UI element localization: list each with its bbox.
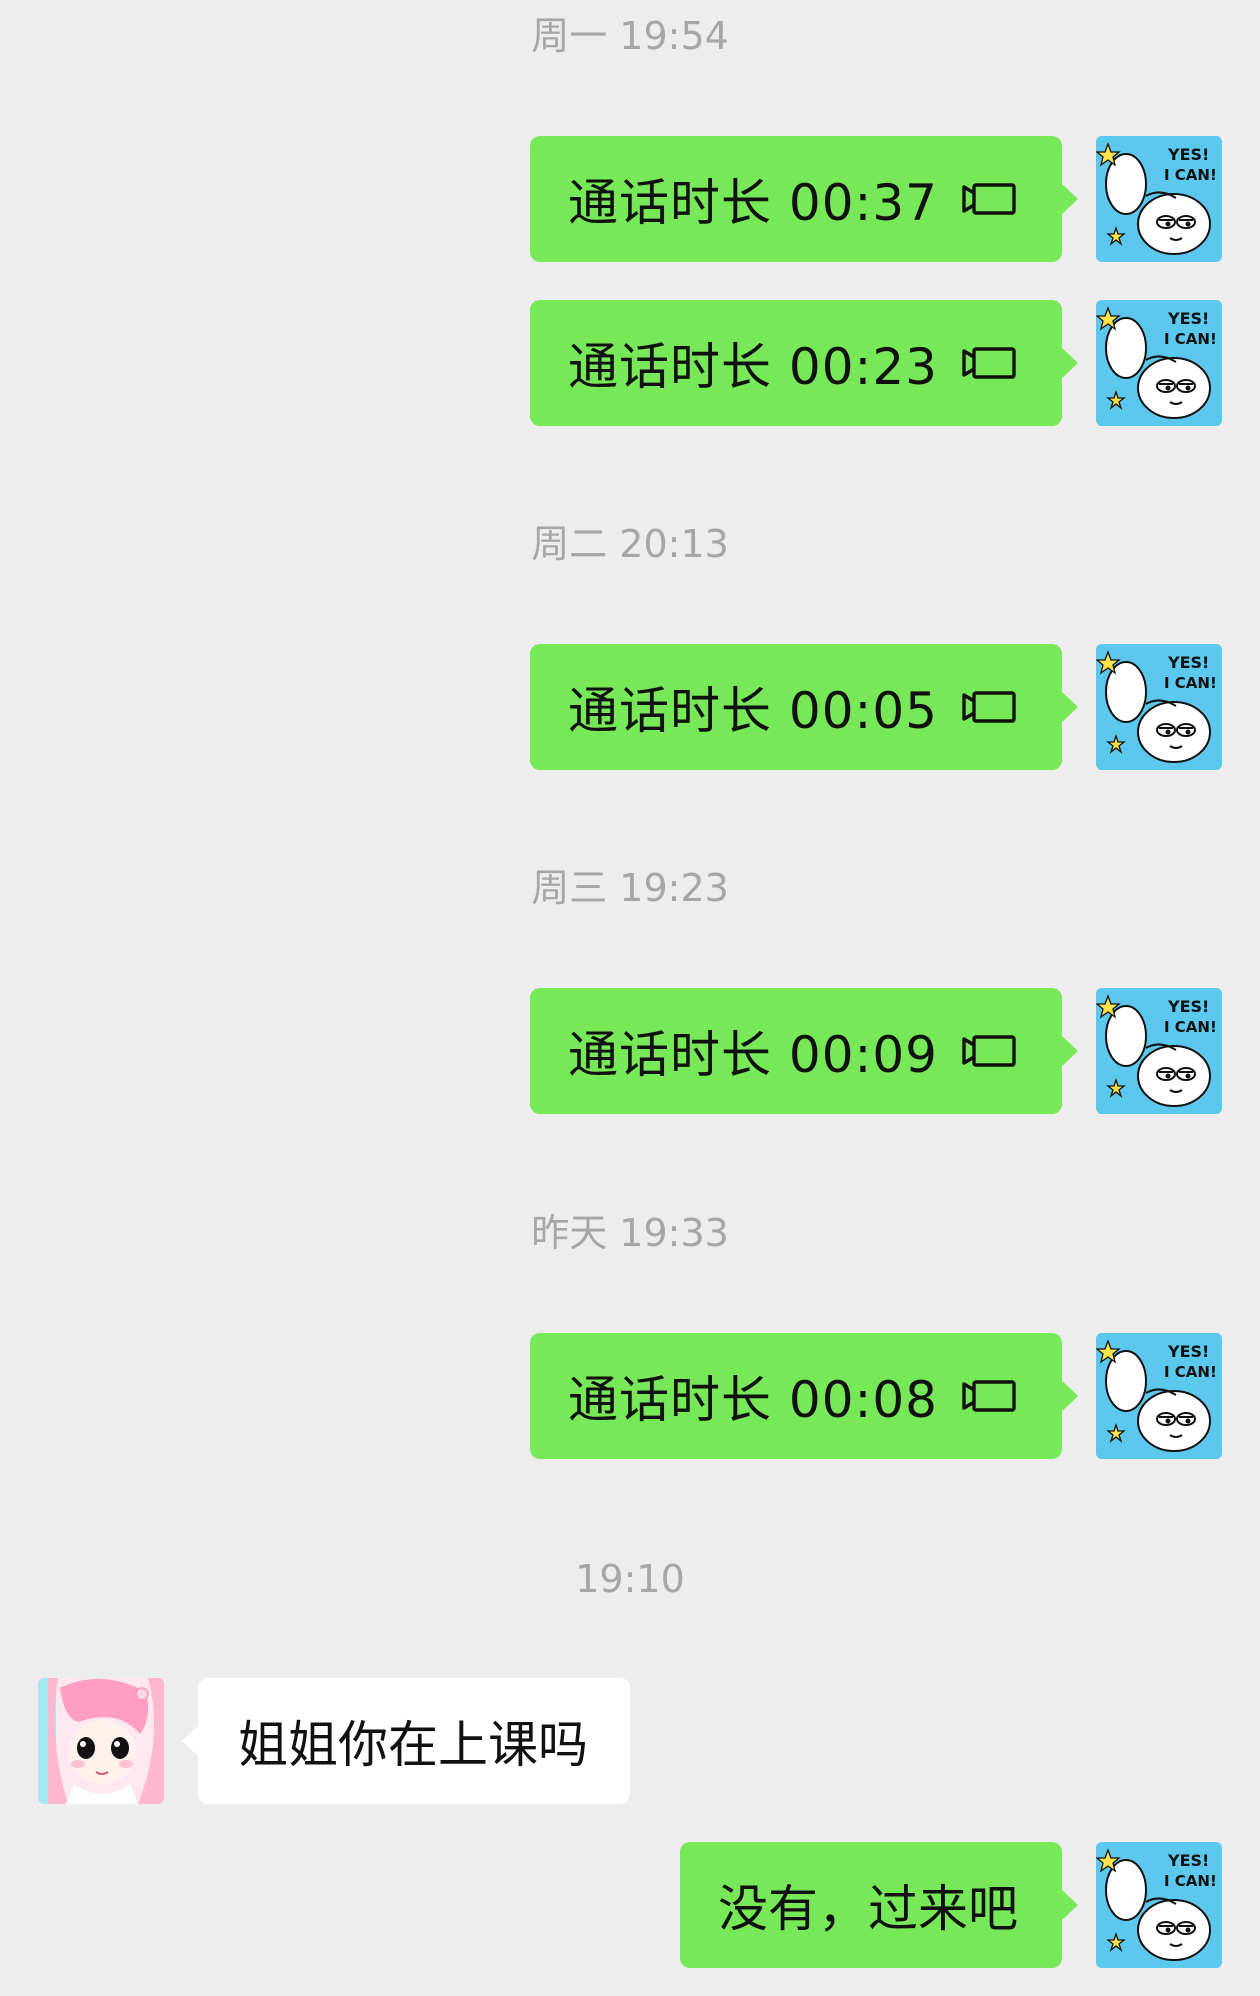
received-message-bubble[interactable]: 姐姐你在上课吗 xyxy=(182,1678,630,1804)
sent-message-bubble[interactable]: 没有，过来吧 xyxy=(680,1842,1078,1968)
timestamp: 周二 20:13 xyxy=(531,522,729,566)
timestamp: 19:10 xyxy=(575,1557,685,1601)
video-camera-icon xyxy=(960,1031,1018,1071)
sender-avatar[interactable] xyxy=(1096,1333,1222,1459)
video-camera-icon xyxy=(960,687,1018,727)
video-call-record-bubble[interactable]: 通话时长 00:37 xyxy=(530,136,1078,262)
video-call-record-bubble[interactable]: 通话时长 00:09 xyxy=(530,988,1078,1114)
sender-avatar[interactable] xyxy=(1096,988,1222,1114)
call-duration-text: 通话时长 00:37 xyxy=(568,174,938,232)
message-row: 没有，过来吧 xyxy=(0,1842,1260,1968)
video-camera-icon xyxy=(960,343,1018,383)
call-duration-text: 通话时长 00:23 xyxy=(568,338,938,396)
video-camera-icon xyxy=(960,179,1018,219)
timestamp: 周三 19:23 xyxy=(531,866,729,910)
contact-avatar[interactable] xyxy=(38,1678,164,1804)
message-row: 姐姐你在上课吗 xyxy=(0,1678,1260,1804)
video-call-record-bubble[interactable]: 通话时长 00:08 xyxy=(530,1333,1078,1459)
sender-avatar[interactable] xyxy=(1096,300,1222,426)
call-duration-text: 通话时长 00:05 xyxy=(568,682,938,740)
call-duration-text: 通话时长 00:08 xyxy=(568,1371,938,1429)
message-row: 通话时长 00:37 xyxy=(0,136,1260,262)
message-text: 姐姐你在上课吗 xyxy=(238,1716,588,1774)
sender-avatar[interactable] xyxy=(1096,644,1222,770)
timestamp: 昨天 19:33 xyxy=(531,1211,729,1255)
video-camera-icon xyxy=(960,1376,1018,1416)
sender-avatar[interactable] xyxy=(1096,1842,1222,1968)
video-call-record-bubble[interactable]: 通话时长 00:05 xyxy=(530,644,1078,770)
message-row: 通话时长 00:23 xyxy=(0,300,1260,426)
video-call-record-bubble[interactable]: 通话时长 00:23 xyxy=(530,300,1078,426)
call-duration-text: 通话时长 00:09 xyxy=(568,1026,938,1084)
message-row: 通话时长 00:08 xyxy=(0,1333,1260,1459)
message-row: 通话时长 00:09 xyxy=(0,988,1260,1114)
timestamp: 周一 19:54 xyxy=(531,14,729,58)
message-text: 没有，过来吧 xyxy=(718,1880,1018,1938)
chat-history[interactable]: 周一 19:54 通话时长 00:37 通话时长 00:23 周二 20:13 … xyxy=(0,0,1260,1996)
sender-avatar[interactable] xyxy=(1096,136,1222,262)
message-row: 通话时长 00:05 xyxy=(0,644,1260,770)
